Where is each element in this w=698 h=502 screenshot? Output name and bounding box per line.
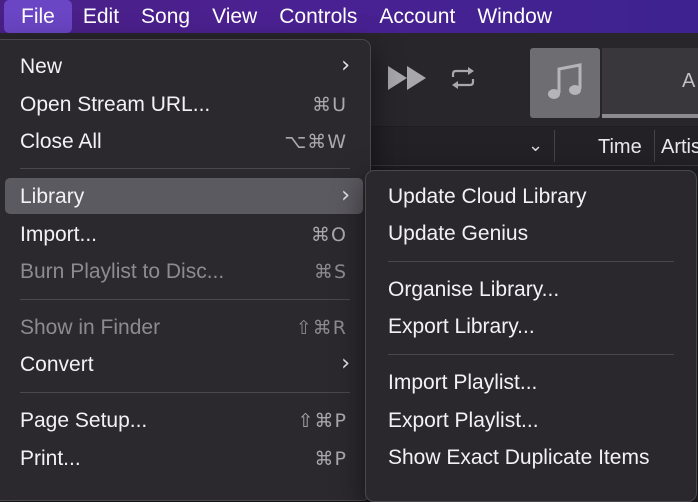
menu-item-label: Burn Playlist to Disc... bbox=[20, 260, 225, 283]
submenu-arrow-icon: › bbox=[341, 183, 350, 208]
menu-window[interactable]: Window bbox=[466, 0, 563, 33]
menu-item-new[interactable]: New › bbox=[5, 48, 363, 84]
menu-item-label: Show Exact Duplicate Items bbox=[388, 446, 650, 469]
library-submenu: Update Cloud Library Update Genius Organ… bbox=[365, 170, 697, 502]
shortcut-label: ⌥⌘W bbox=[284, 131, 347, 153]
menu-song[interactable]: Song bbox=[130, 0, 201, 33]
menu-item-show-in-finder: Show in Finder ⇧⌘R bbox=[5, 309, 363, 345]
menu-item-page-setup[interactable]: Page Setup... ⇧⌘P bbox=[5, 402, 363, 438]
album-artwork[interactable] bbox=[530, 48, 600, 118]
shortcut-label: ⌘U bbox=[312, 94, 347, 116]
menu-file[interactable]: File bbox=[4, 0, 72, 33]
menu-item-label: Export Playlist... bbox=[388, 409, 539, 432]
menu-item-import-playlist[interactable]: Import Playlist... bbox=[372, 364, 690, 400]
shortcut-label: ⌘O bbox=[311, 224, 347, 246]
song-list-header: ⌄ Time Artis bbox=[370, 127, 698, 166]
menu-view[interactable]: View bbox=[201, 0, 268, 33]
menu-item-label: Page Setup... bbox=[20, 409, 148, 432]
menu-edit[interactable]: Edit bbox=[72, 0, 130, 33]
column-header-artist[interactable]: Artis bbox=[661, 136, 698, 159]
playback-progress-bar[interactable] bbox=[602, 114, 698, 118]
menu-item-export-playlist[interactable]: Export Playlist... bbox=[372, 402, 690, 438]
menu-item-label: Import... bbox=[20, 223, 98, 246]
menu-separator bbox=[20, 299, 350, 300]
repeat-icon[interactable] bbox=[450, 67, 476, 89]
menu-bar: File Edit Song View Controls Account Win… bbox=[0, 0, 698, 33]
menu-item-close-all[interactable]: Close All ⌥⌘W bbox=[5, 123, 363, 159]
now-playing-panel[interactable]: A bbox=[602, 48, 698, 118]
menu-item-library[interactable]: Library › bbox=[5, 178, 363, 214]
shortcut-label: ⇧⌘R bbox=[295, 317, 347, 339]
shortcut-label: ⌘S bbox=[313, 261, 347, 283]
menu-item-label: Print... bbox=[20, 447, 81, 470]
menu-item-import[interactable]: Import... ⌘O bbox=[5, 216, 363, 252]
menu-item-update-genius[interactable]: Update Genius bbox=[372, 215, 690, 251]
menu-item-show-exact-duplicates[interactable]: Show Exact Duplicate Items bbox=[372, 439, 690, 475]
fast-forward-icon[interactable] bbox=[388, 66, 428, 90]
menu-item-label: Library bbox=[20, 185, 85, 208]
shortcut-label: ⌘P bbox=[314, 448, 347, 470]
menu-item-convert[interactable]: Convert › bbox=[5, 346, 363, 382]
menu-item-burn-playlist: Burn Playlist to Disc... ⌘S bbox=[5, 253, 363, 289]
music-note-icon bbox=[548, 63, 582, 99]
transport-controls bbox=[388, 66, 476, 90]
menu-item-label: Update Cloud Library bbox=[388, 185, 587, 208]
menu-separator bbox=[388, 261, 674, 262]
menu-item-organise-library[interactable]: Organise Library... bbox=[372, 271, 690, 307]
menu-separator bbox=[20, 392, 350, 393]
menu-separator bbox=[20, 168, 350, 169]
menu-account[interactable]: Account bbox=[368, 0, 466, 33]
menu-item-label: New bbox=[20, 55, 63, 78]
menu-item-open-stream-url[interactable]: Open Stream URL... ⌘U bbox=[5, 86, 363, 122]
menu-item-label: Open Stream URL... bbox=[20, 93, 211, 116]
menu-item-label: Update Genius bbox=[388, 222, 529, 245]
file-menu: New › Open Stream URL... ⌘U Close All ⌥⌘… bbox=[0, 39, 371, 501]
menu-item-label: Show in Finder bbox=[20, 316, 161, 339]
now-playing-text: A bbox=[682, 70, 696, 92]
menu-item-update-cloud-library[interactable]: Update Cloud Library bbox=[372, 178, 690, 214]
sort-chevron-icon[interactable]: ⌄ bbox=[528, 135, 543, 156]
column-header-time[interactable]: Time bbox=[598, 136, 642, 159]
shortcut-label: ⇧⌘P bbox=[297, 410, 347, 432]
menu-item-label: Organise Library... bbox=[388, 278, 560, 301]
column-divider bbox=[554, 130, 555, 162]
menu-item-print[interactable]: Print... ⌘P bbox=[5, 440, 363, 476]
menu-item-export-library[interactable]: Export Library... bbox=[372, 308, 690, 344]
submenu-arrow-icon: › bbox=[341, 53, 350, 78]
menu-item-label: Import Playlist... bbox=[388, 371, 538, 394]
menu-controls[interactable]: Controls bbox=[268, 0, 368, 33]
menu-separator bbox=[388, 354, 674, 355]
column-divider bbox=[654, 130, 655, 162]
menu-item-label: Export Library... bbox=[388, 315, 535, 338]
menu-item-label: Convert bbox=[20, 353, 94, 376]
submenu-arrow-icon: › bbox=[341, 351, 350, 376]
menu-item-label: Close All bbox=[20, 130, 102, 153]
